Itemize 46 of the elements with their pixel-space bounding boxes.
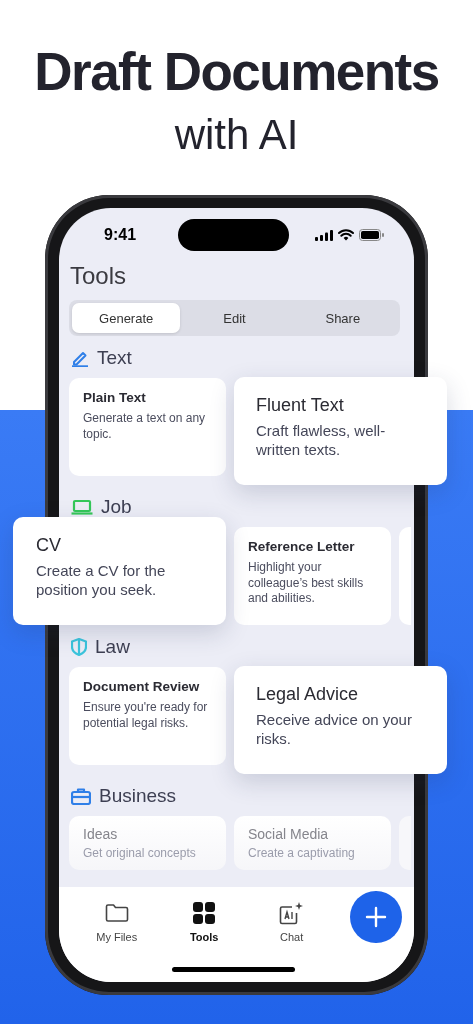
tab-bar-item[interactable]: My Files bbox=[73, 895, 161, 943]
card-title: Social Media bbox=[248, 826, 330, 842]
card-description: Craft flawless, well-written texts. bbox=[256, 421, 387, 459]
headline: Draft Documents bbox=[33, 41, 440, 103]
tool-card[interactable]: Reference Letter Highlight your colleague’s best skills and abilities. bbox=[234, 527, 391, 625]
segment-tab[interactable]: Generate bbox=[72, 303, 181, 333]
tab-bar-item[interactable]: Chat bbox=[247, 895, 336, 943]
segment-tab[interactable]: Edit bbox=[180, 303, 289, 333]
grid-icon bbox=[193, 901, 216, 925]
card-description: Generate a text on any topic. bbox=[83, 411, 207, 442]
tool-card[interactable]: CV Create a CV for the position you seek. bbox=[13, 517, 226, 625]
status-time: 9:41 bbox=[104, 226, 138, 244]
section-title: Business bbox=[99, 785, 177, 807]
card-title: Ideas bbox=[83, 826, 119, 842]
card-title: Plain Text bbox=[83, 390, 147, 405]
sparkle-chat-icon bbox=[278, 901, 305, 925]
card-description: Highlight your colleague’s best skills and abilities. bbox=[248, 560, 365, 607]
tool-card[interactable]: Plain Text Generate a text on any topic. bbox=[69, 378, 226, 476]
tab-bar-item[interactable]: Tools bbox=[160, 895, 248, 943]
add-button[interactable] bbox=[350, 891, 402, 943]
tool-card[interactable]: Social Media Create a captivating bbox=[234, 816, 391, 870]
card-description: Get original concepts bbox=[83, 846, 197, 862]
tool-card[interactable]: Document Review Ensure you're ready for potential legal risks. bbox=[69, 667, 226, 765]
section-title: Law bbox=[95, 636, 130, 658]
tool-card[interactable]: Ideas Get original concepts bbox=[69, 816, 226, 870]
section-title: Text bbox=[97, 347, 132, 369]
signal-icon bbox=[315, 229, 333, 241]
card-title: Document Review bbox=[83, 679, 201, 694]
battery-icon bbox=[359, 229, 384, 241]
segment-tab[interactable]: Share bbox=[288, 303, 397, 333]
subheadline: with AI bbox=[173, 110, 300, 160]
tool-card[interactable]: Fluent Text Craft flawless, well-written texts. bbox=[234, 377, 447, 485]
card-title: Legal Advice bbox=[256, 684, 360, 705]
card-description: Create a CV for the position you seek. bbox=[36, 561, 167, 599]
wifi-icon bbox=[338, 229, 354, 241]
folder-icon bbox=[104, 901, 129, 925]
card-description: Create a captivating bbox=[248, 846, 356, 862]
card-title: CV bbox=[36, 535, 62, 556]
screen-title: Tools bbox=[69, 262, 128, 291]
card-description: Ensure you're ready for potential legal risks. bbox=[83, 700, 209, 731]
card-title: Reference Letter bbox=[248, 539, 356, 554]
plus-icon bbox=[365, 906, 388, 928]
tool-card[interactable]: Legal Advice Receive advice on your risks. bbox=[234, 666, 447, 774]
section-title: Job bbox=[101, 496, 132, 518]
card-description: Receive advice on your risks. bbox=[256, 710, 413, 748]
card-title: Fluent Text bbox=[256, 395, 345, 416]
